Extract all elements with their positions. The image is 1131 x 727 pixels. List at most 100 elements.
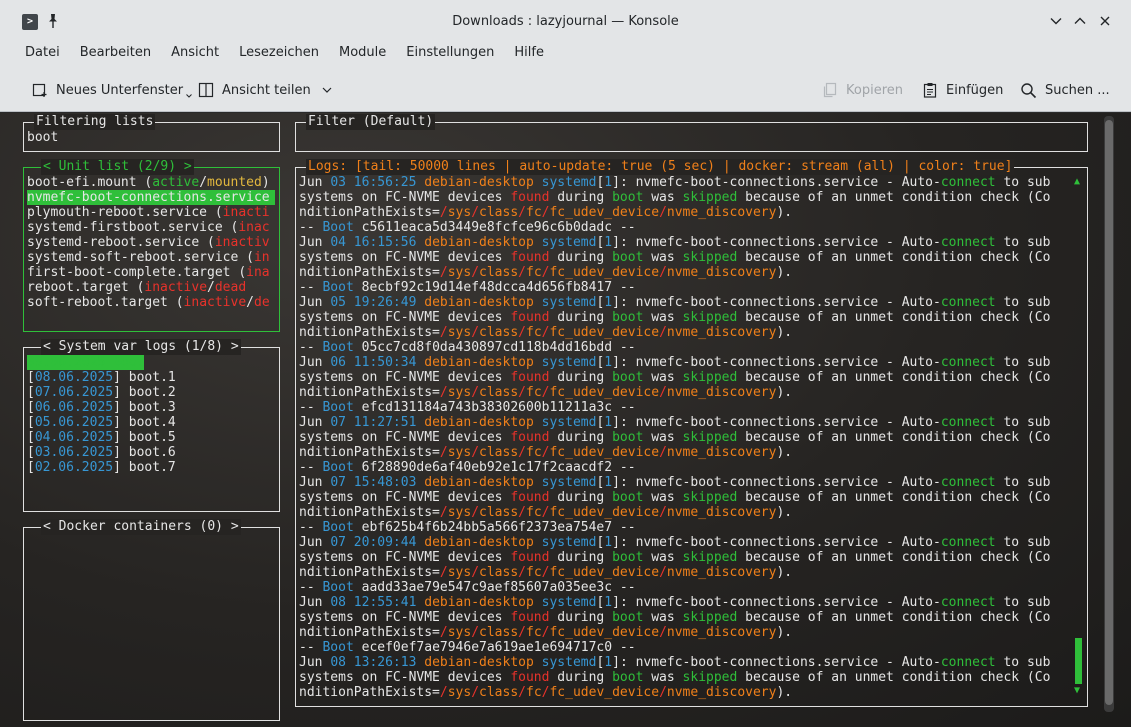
- log-message: : nvmefc-boot-connections.service - Auto…: [619, 355, 941, 370]
- split-view-icon: [198, 82, 214, 98]
- list-item-selected[interactable]: nvmefc-boot-connections.service: [27, 190, 275, 205]
- list-item[interactable]: [03.06.2025] boot.6: [27, 445, 275, 460]
- chevron-down-icon[interactable]: [1047, 12, 1065, 30]
- log-line: Jun 04 16:15:56 debian-desktop systemd[1…: [299, 235, 1051, 250]
- copy-button[interactable]: Kopieren: [822, 80, 903, 100]
- list-item[interactable]: [06.06.2025] boot.3: [27, 400, 275, 415]
- terminal-scrollbar-thumb[interactable]: [1105, 120, 1113, 705]
- copy-label: Kopieren: [846, 82, 903, 98]
- log-path: /: [439, 445, 448, 460]
- search-button[interactable]: Suchen ...: [1020, 80, 1110, 100]
- log-message: during: [549, 310, 613, 325]
- log-month: Jun: [299, 355, 323, 370]
- log-message: --: [612, 280, 636, 295]
- log-message: --: [299, 640, 323, 655]
- log-message: to sub: [995, 535, 1051, 550]
- log-date: 05.06.2025: [34, 415, 114, 430]
- log-boot-id: efcd131184a743b38302600b11211a3c: [361, 400, 613, 415]
- new-tab-icon: [32, 83, 47, 97]
- list-item[interactable]: reboot.target (inactive/dead: [27, 280, 275, 295]
- log-path: /: [518, 445, 526, 460]
- list-item-selected[interactable]: 09.06.2025 boot: [27, 355, 145, 370]
- log-line: nditionPathExists=/sys/class/fc/fc_udev_…: [299, 685, 1071, 700]
- menu-lesezeichen[interactable]: Lesezeichen: [229, 43, 329, 68]
- menu-hilfe[interactable]: Hilfe: [504, 43, 554, 68]
- log-path: /: [518, 325, 526, 340]
- terminal-area[interactable]: Filtering lists boot < Unit list (2/9) >…: [0, 113, 1131, 727]
- log-keyword: connect: [940, 235, 996, 250]
- list-item[interactable]: boot-efi.mount (active/mounted): [27, 175, 275, 190]
- log-message: because of an unmet condition check (Co: [737, 610, 1051, 625]
- chevron-up-icon[interactable]: [1071, 12, 1089, 30]
- list-item[interactable]: first-boot-complete.target (ina: [27, 265, 275, 280]
- unit-name: first-boot-complete.target: [27, 265, 231, 280]
- log-boot-label: Boot: [322, 400, 354, 415]
- log-day: 06: [330, 355, 346, 370]
- list-item[interactable]: [04.06.2025] boot.5: [27, 430, 275, 445]
- log-path: nvme_discovery: [666, 385, 777, 400]
- list-item[interactable]: systemd-soft-reboot.service (in: [27, 250, 275, 265]
- log-boot-separator: -- Boot 6f28890de6af40eb92e1c17f2caacdf2…: [299, 460, 1071, 475]
- log-keyword: skipped: [682, 190, 738, 205]
- log-path: /: [439, 685, 448, 700]
- log-line: systems on FC-NVME devices found during …: [299, 250, 1071, 265]
- log-line: systems on FC-NVME devices found during …: [299, 550, 1071, 565]
- docker-containers-title: < Docker containers (0) >: [41, 519, 241, 535]
- list-item[interactable]: systemd-firstboot.service (inac: [27, 220, 275, 235]
- list-item[interactable]: systemd-reboot.service (inactiv: [27, 235, 275, 250]
- logs-panel: Logs: [tail: 50000 lines | auto-update: …: [295, 159, 1088, 707]
- log-keyword: boot: [612, 670, 644, 685]
- log-host: debian-desktop: [424, 355, 534, 370]
- list-item[interactable]: soft-reboot.target (inactive/de: [27, 295, 275, 310]
- paste-button[interactable]: Einfügen: [922, 80, 1003, 100]
- log-message: ).: [776, 685, 793, 700]
- log-path: fc_udev_device: [549, 685, 660, 700]
- log-boot-separator: -- Boot aadd33ae79e547c9aef85607a035ee3c…: [299, 580, 1071, 595]
- log-boot-id: 8ecbf92c19d14ef48dcca4d656fb8417: [361, 280, 613, 295]
- log-message: was: [643, 250, 683, 265]
- menu-einstellungen[interactable]: Einstellungen: [396, 43, 504, 68]
- list-item[interactable]: [07.06.2025] boot.2: [27, 385, 275, 400]
- log-keyword: found: [510, 430, 550, 445]
- log-path: fc_udev_device: [549, 565, 660, 580]
- scroll-down-arrow-icon[interactable]: ▼: [1074, 685, 1080, 696]
- log-keyword: skipped: [682, 250, 738, 265]
- log-name: boot.3: [128, 400, 176, 415]
- log-message: to sub: [995, 235, 1051, 250]
- menu-bearbeiten[interactable]: Bearbeiten: [70, 43, 161, 68]
- log-line: Jun 08 12:55:41 debian-desktop systemd[1…: [299, 595, 1051, 610]
- log-pid: 1: [604, 175, 613, 190]
- list-item[interactable]: [02.06.2025] boot.7: [27, 460, 275, 475]
- log-message: --: [299, 280, 323, 295]
- list-item[interactable]: [05.06.2025] boot.4: [27, 415, 275, 430]
- log-line: Jun 08 13:26:13 debian-desktop systemd[1…: [299, 655, 1051, 670]
- search-label: Suchen ...: [1045, 82, 1110, 98]
- log-boot-id: ecef0ef7ae7946e7a619ae1e694717c0: [361, 640, 613, 655]
- unit-substate: mounted: [207, 175, 262, 190]
- menu-module[interactable]: Module: [329, 43, 396, 68]
- search-icon: [1021, 82, 1037, 98]
- scroll-up-arrow-icon[interactable]: ▲: [1074, 176, 1080, 187]
- log-line: Jun 06 11:50:34 debian-desktop systemd[1…: [299, 355, 1051, 370]
- new-split-button[interactable]: Neues Unterfenster: [32, 80, 193, 100]
- log-process: systemd: [541, 475, 597, 490]
- list-item[interactable]: [08.06.2025] boot.1: [27, 370, 275, 385]
- log-path: fc: [526, 625, 542, 640]
- log-path: /: [518, 505, 526, 520]
- split-view-button[interactable]: Ansicht teilen: [198, 80, 341, 100]
- list-item[interactable]: plymouth-reboot.service (inacti: [27, 205, 275, 220]
- close-icon[interactable]: [1096, 12, 1114, 30]
- log-path: /: [659, 385, 667, 400]
- menu-ansicht[interactable]: Ansicht: [161, 43, 229, 68]
- log-line: systems on FC-NVME devices found during …: [299, 190, 1071, 205]
- log-process: systemd: [541, 415, 597, 430]
- log-message: was: [643, 550, 683, 565]
- filtering-lists-input[interactable]: boot: [27, 130, 275, 145]
- log-message: systems on FC-NVME devices: [299, 550, 511, 565]
- log-keyword: boot: [612, 370, 644, 385]
- log-pid: 1: [604, 595, 613, 610]
- log-keyword: found: [510, 370, 550, 385]
- menu-datei[interactable]: Datei: [15, 43, 70, 68]
- log-scroll-position[interactable]: [1075, 638, 1082, 684]
- log-message: nditionPathExists=: [299, 445, 440, 460]
